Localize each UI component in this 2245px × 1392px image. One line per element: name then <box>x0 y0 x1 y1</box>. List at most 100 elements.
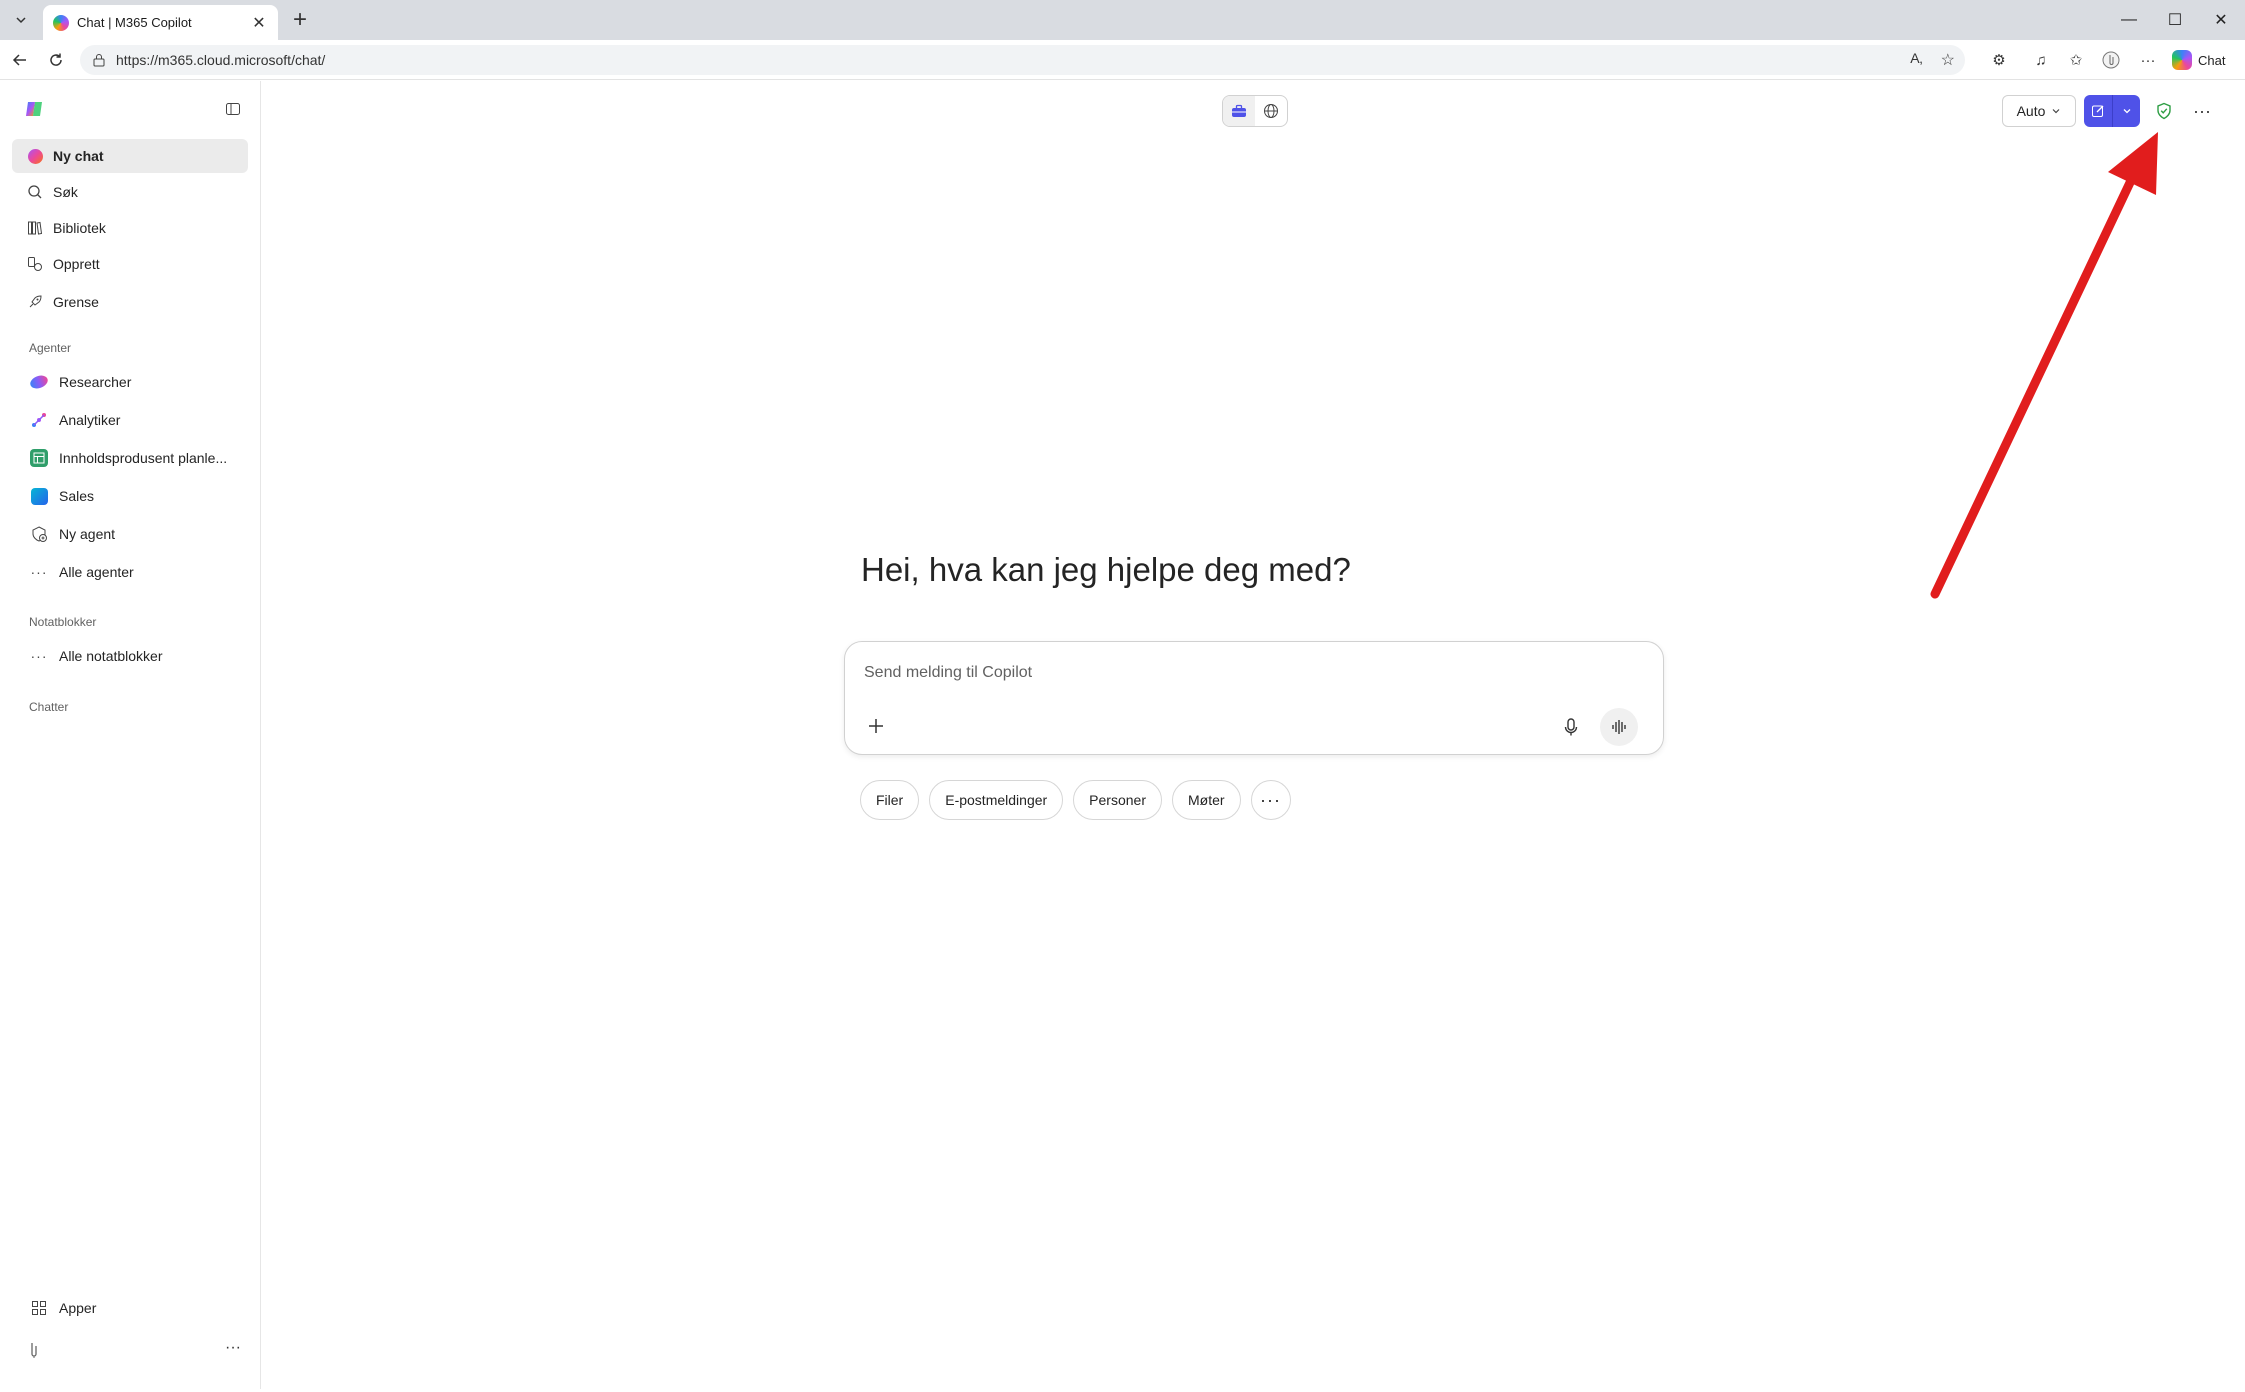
refresh-icon <box>50 53 62 66</box>
agent-label: Ny agent <box>59 526 116 542</box>
maximize-button[interactable]: ☐ <box>2152 0 2198 40</box>
library-icon <box>26 219 44 237</box>
apps-label: Apper <box>59 1300 97 1316</box>
favorites-icon[interactable]: ✩ <box>2064 48 2088 72</box>
sidebar-item-all-agents[interactable]: ··· Alle agenter <box>12 555 248 589</box>
sidebar-item-new-agent[interactable]: Ny agent <box>12 517 248 551</box>
chip-meetings[interactable]: Møter <box>1171 780 1241 820</box>
extensions-icon[interactable]: ⚙ <box>1987 48 2011 72</box>
notebooks-heading: Notatblokker <box>29 615 97 629</box>
agent-label: Analytiker <box>59 412 121 428</box>
sidebar-item-all-notebooks[interactable]: ··· Alle notatblokker <box>12 639 248 673</box>
agents-heading: Agenter <box>29 341 72 355</box>
add-attachment-button[interactable] <box>863 713 889 739</box>
new-chat-button[interactable] <box>2084 95 2113 127</box>
compose-icon <box>2092 105 2104 117</box>
chip-more-icon[interactable]: ··· <box>1250 780 1291 820</box>
globe-icon <box>1264 104 1278 118</box>
chevron-down-icon <box>16 17 26 24</box>
sidebar-item-new-chat[interactable]: Ny chat <box>12 139 248 173</box>
ellipsis-icon: ··· <box>30 564 48 580</box>
sidebar-item-label: Opprett <box>53 256 100 272</box>
microphone-icon <box>1564 718 1578 736</box>
copilot-logo-icon[interactable] <box>24 99 44 119</box>
tab-title: Chat | M365 Copilot <box>77 15 192 30</box>
chat-main: Auto ··· Hei, hva kan jeg hjelpe deg med… <box>262 81 2242 1389</box>
plus-icon <box>869 719 883 733</box>
refresh-button[interactable] <box>42 46 70 74</box>
agent-label: Sales <box>59 488 95 504</box>
profile-avatar-icon[interactable] <box>25 1340 45 1360</box>
url-text: https://m365.cloud.microsoft/chat/ <box>116 52 326 68</box>
browser-menu-icon[interactable]: ··· <box>2136 48 2160 72</box>
address-toolbar: https://m365.cloud.microsoft/chat/ A‚ ☆ … <box>0 40 2245 80</box>
close-icon[interactable]: ✕ <box>250 14 268 32</box>
analyst-icon <box>30 411 48 429</box>
back-arrow-icon <box>12 54 26 66</box>
researcher-icon <box>28 373 50 391</box>
model-select-value: Auto <box>2016 103 2046 119</box>
chip-people[interactable]: Personer <box>1073 780 1162 820</box>
window-close-button[interactable]: ✕ <box>2198 0 2244 40</box>
copilot-logo-icon <box>26 147 44 165</box>
site-info-icon[interactable] <box>92 53 106 67</box>
message-composer[interactable]: Send melding til Copilot <box>844 641 1664 755</box>
sidebar: Ny chat Søk Bibliotek Opprett Grense Age… <box>3 81 261 1389</box>
profile-icon[interactable] <box>2099 48 2123 72</box>
chats-heading: Chatter <box>29 700 69 714</box>
browser-tab[interactable]: Chat | M365 Copilot ✕ <box>43 5 278 40</box>
new-chat-dropdown[interactable] <box>2113 95 2140 127</box>
create-icon <box>26 255 44 273</box>
copilot-chat-button[interactable]: Chat <box>2172 48 2225 72</box>
voice-waveform-icon <box>1612 720 1626 734</box>
agent-label: Innholdsprodusent planle... <box>59 450 228 466</box>
sidebar-item-create[interactable]: Opprett <box>12 247 248 281</box>
sidebar-item-library[interactable]: Bibliotek <box>12 211 248 245</box>
notebook-label: Alle notatblokker <box>59 648 163 664</box>
new-agent-icon <box>30 525 48 543</box>
composer-input[interactable]: Send melding til Copilot <box>864 664 1032 682</box>
model-select[interactable]: Auto <box>2002 95 2076 127</box>
agent-label: Alle agenter <box>59 564 134 580</box>
protection-status-button[interactable] <box>2150 97 2178 125</box>
sidebar-item-researcher[interactable]: Researcher <box>12 365 248 399</box>
tab-list-button[interactable] <box>6 5 36 35</box>
ellipsis-icon: ··· <box>30 648 48 664</box>
chevron-down-icon <box>2052 109 2060 114</box>
read-aloud-icon[interactable]: A‚ <box>1910 50 1922 70</box>
more-options-icon[interactable]: ··· <box>2188 97 2216 125</box>
favorite-star-icon[interactable]: ☆ <box>1941 50 1955 70</box>
new-chat-split-button[interactable] <box>2084 95 2140 127</box>
sidebar-item-analyst[interactable]: Analytiker <box>12 403 248 437</box>
collapse-sidebar-button[interactable] <box>222 98 244 120</box>
work-mode-button[interactable] <box>1223 96 1255 126</box>
sidebar-item-planner[interactable]: Innholdsprodusent planle... <box>12 441 248 475</box>
new-tab-button[interactable]: + <box>286 6 314 34</box>
shield-check-icon <box>2157 102 2171 120</box>
url-field[interactable]: https://m365.cloud.microsoft/chat/ A‚ ☆ <box>80 45 1965 75</box>
sidebar-item-apps[interactable]: Apper <box>12 1291 248 1325</box>
browser-tab-bar: Chat | M365 Copilot ✕ + — ☐ ✕ <box>0 0 2245 40</box>
planner-icon <box>30 449 48 467</box>
frontier-icon <box>26 293 44 311</box>
minimize-button[interactable]: — <box>2106 0 2152 40</box>
chip-files[interactable]: Filer <box>860 780 920 820</box>
work-web-toggle[interactable] <box>1222 95 1288 127</box>
dictation-button[interactable] <box>1558 714 1584 740</box>
account-more-icon[interactable]: ··· <box>221 1339 245 1359</box>
web-mode-button[interactable] <box>1255 96 1287 126</box>
copilot-logo-icon <box>2172 50 2192 70</box>
media-icon[interactable]: ♫ <box>2029 48 2053 72</box>
sales-icon <box>30 487 48 505</box>
sidebar-item-label: Ny chat <box>53 148 104 164</box>
sidebar-item-frontier[interactable]: Grense <box>12 285 248 319</box>
apps-grid-icon <box>30 1299 48 1317</box>
copilot-favicon-icon <box>53 14 69 31</box>
sidebar-item-sales[interactable]: Sales <box>12 479 248 513</box>
back-button[interactable] <box>6 46 34 74</box>
voice-mode-button[interactable] <box>1600 708 1638 746</box>
chip-emails[interactable]: E-postmeldinger <box>929 780 1064 820</box>
greeting-heading: Hei, hva kan jeg hjelpe deg med? <box>861 551 1351 588</box>
sidebar-item-search[interactable]: Søk <box>12 175 248 209</box>
sidebar-item-label: Søk <box>53 184 78 200</box>
